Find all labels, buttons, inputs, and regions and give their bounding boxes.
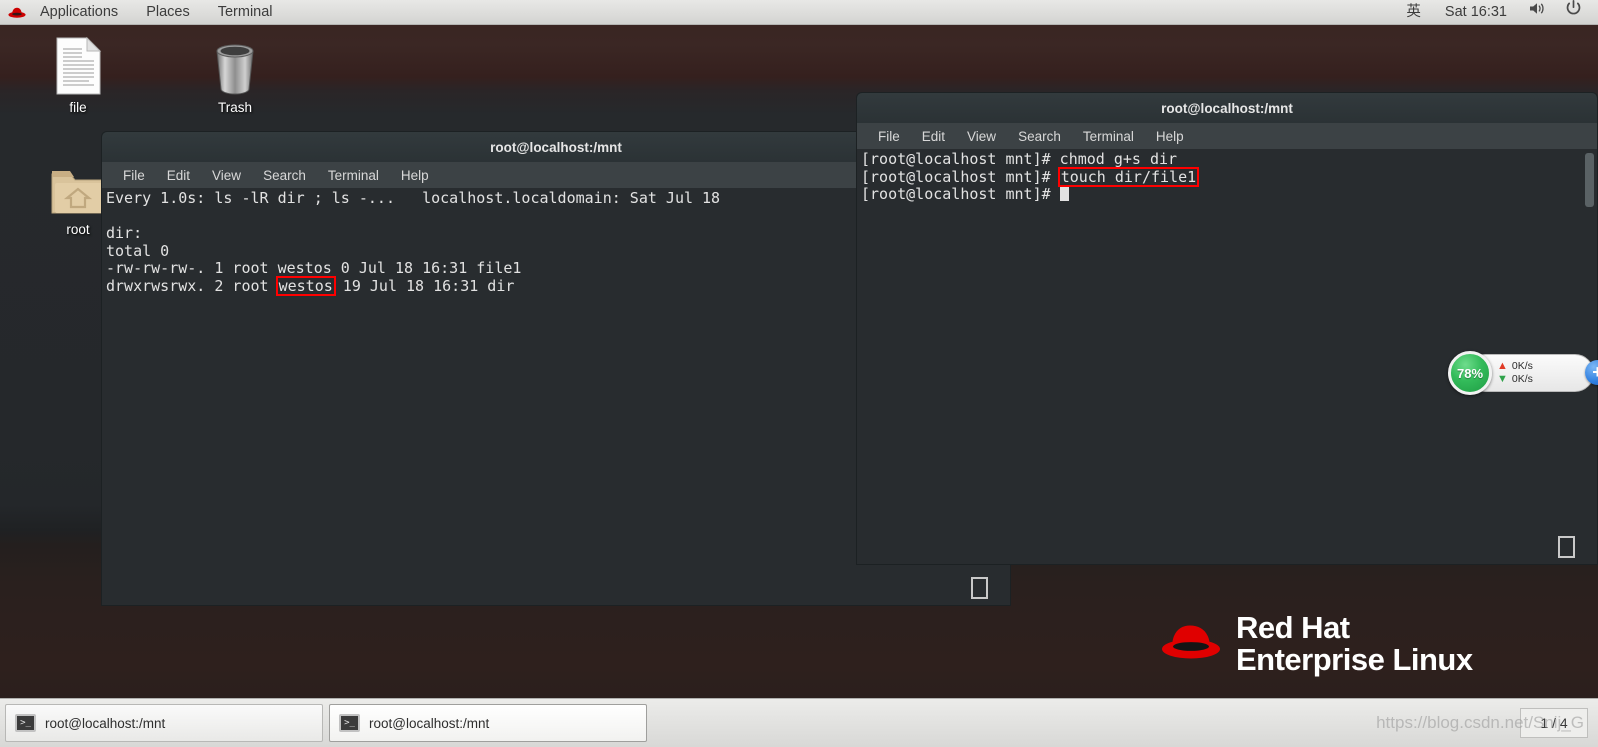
line-suffix: 19 Jul 18 16:31 dir xyxy=(333,276,515,295)
menu-terminal[interactable]: Terminal xyxy=(204,0,287,25)
menu-edit[interactable]: Edit xyxy=(911,129,956,144)
highlight-command: touch dir/file1 xyxy=(1057,166,1200,187)
download-rate: 0K/s xyxy=(1511,373,1533,385)
download-arrow-icon: ▼ xyxy=(1497,373,1508,385)
netspeed-values: 0K/s 0K/s xyxy=(1512,360,1533,386)
window-resize-grip[interactable] xyxy=(1558,536,1575,558)
speaker-icon[interactable] xyxy=(1519,0,1557,25)
input-method-indicator[interactable]: 英 xyxy=(1394,0,1433,25)
netspeed-rates: ▲ ▼ 0K/s 0K/s xyxy=(1497,360,1533,386)
document-icon xyxy=(26,33,130,95)
desktop-icon-file[interactable]: file xyxy=(26,33,130,115)
menu-view[interactable]: View xyxy=(956,129,1007,144)
terminal-icon: >_ xyxy=(15,714,36,732)
menu-terminal[interactable]: Terminal xyxy=(1072,129,1145,144)
desktop-icon-label: Trash xyxy=(217,100,252,115)
menu-search[interactable]: Search xyxy=(252,168,317,183)
menu-terminal[interactable]: Terminal xyxy=(317,168,390,183)
workspace-indicator[interactable]: 1 / 4 xyxy=(1520,708,1588,738)
power-icon[interactable] xyxy=(1557,0,1590,25)
top-panel: Applications Places Terminal 英 Sat 16:31 xyxy=(0,0,1598,25)
taskbar-button-label: root@localhost:/mnt xyxy=(369,715,490,731)
shell-prompt: [root@localhost mnt]# xyxy=(861,167,1060,186)
terminal-line: [root@localhost mnt]# chmod g+s dir xyxy=(861,150,1178,168)
terminal-window-right[interactable]: root@localhost:/mnt File Edit View Searc… xyxy=(856,92,1598,565)
clock[interactable]: Sat 16:31 xyxy=(1433,0,1519,25)
brand-line-2: Enterprise Linux xyxy=(1236,641,1473,677)
terminal-line-highlighted: [root@localhost mnt]# touch dir/file1 xyxy=(861,166,1597,187)
scrollbar-thumb[interactable] xyxy=(1585,153,1594,207)
taskbar: >_ root@localhost:/mnt >_ root@localhost… xyxy=(0,698,1598,747)
window-resize-grip[interactable] xyxy=(971,577,988,599)
taskbar-button-label: root@localhost:/mnt xyxy=(45,715,166,731)
memory-usage-circle[interactable]: 78% xyxy=(1448,351,1492,395)
upload-rate: 0K/s xyxy=(1511,360,1533,372)
rhel-brand-watermark: Red Hat Enterprise Linux xyxy=(1160,612,1473,675)
menu-file[interactable]: File xyxy=(112,168,156,183)
menu-search[interactable]: Search xyxy=(1007,129,1072,144)
menu-file[interactable]: File xyxy=(867,129,911,144)
trash-icon xyxy=(183,33,287,95)
menu-edit[interactable]: Edit xyxy=(156,168,201,183)
redhat-fedora-icon xyxy=(1160,620,1222,667)
terminal-icon: >_ xyxy=(339,714,360,732)
menu-places[interactable]: Places xyxy=(132,0,204,25)
terminal-cursor xyxy=(1059,187,1069,201)
terminal-title: root@localhost:/mnt xyxy=(1161,100,1293,116)
taskbar-button-terminal-2[interactable]: >_ root@localhost:/mnt xyxy=(329,704,647,742)
netspeed-arrows: ▲ ▼ xyxy=(1497,360,1508,386)
line-prefix: drwxrwsrwx. 2 root xyxy=(106,276,278,295)
terminal-titlebar[interactable]: root@localhost:/mnt xyxy=(856,92,1598,123)
desktop-icon-trash[interactable]: Trash xyxy=(183,33,287,115)
terminal-scrollbar-right[interactable] xyxy=(1585,153,1594,546)
redhat-logo-icon[interactable] xyxy=(0,6,26,19)
menu-applications[interactable]: Applications xyxy=(26,0,132,25)
desktop-icon-label: file xyxy=(69,100,87,115)
highlight-group-owner: westos xyxy=(275,275,336,296)
terminal-menubar: File Edit View Search Terminal Help xyxy=(856,123,1598,149)
taskbar-button-terminal-1[interactable]: >_ root@localhost:/mnt xyxy=(5,704,323,742)
terminal-line-current: [root@localhost mnt]# xyxy=(861,185,1597,204)
brand-line-1: Red Hat xyxy=(1236,610,1350,645)
menu-view[interactable]: View xyxy=(201,168,252,183)
menu-help[interactable]: Help xyxy=(1145,129,1195,144)
menu-help[interactable]: Help xyxy=(390,168,440,183)
terminal-title: root@localhost:/mnt xyxy=(490,139,622,155)
shell-prompt: [root@localhost mnt]# xyxy=(861,185,1060,203)
upload-arrow-icon: ▲ xyxy=(1497,360,1508,372)
